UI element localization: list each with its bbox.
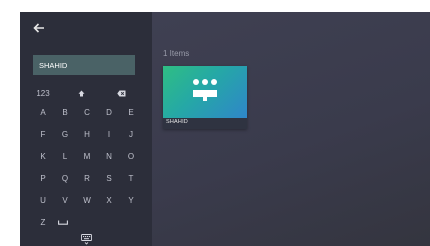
key-b[interactable]: B: [55, 105, 75, 121]
key-h[interactable]: H: [77, 127, 97, 143]
key-d[interactable]: D: [99, 105, 119, 121]
arrow-left-icon: [33, 23, 44, 33]
key-g[interactable]: G: [55, 127, 75, 143]
key-i[interactable]: I: [99, 127, 119, 143]
key-q[interactable]: Q: [55, 171, 75, 187]
key-t[interactable]: T: [121, 171, 141, 187]
key-y[interactable]: Y: [121, 193, 141, 209]
keyboard-row-1: 123: [33, 86, 143, 102]
backspace-key[interactable]: [111, 86, 131, 102]
keyboard-row-7: Z: [33, 215, 143, 231]
key-m[interactable]: M: [77, 149, 97, 165]
keyboard-row-3: F G H I J: [33, 127, 143, 143]
key-s[interactable]: S: [99, 171, 119, 187]
results-area: [152, 12, 430, 246]
keyboard-icon: [80, 234, 92, 246]
key-123[interactable]: 123: [30, 86, 56, 102]
key-k[interactable]: K: [33, 149, 53, 165]
key-l[interactable]: L: [55, 149, 75, 165]
key-n[interactable]: N: [99, 149, 119, 165]
keyboard-row-8: [33, 232, 143, 246]
search-input[interactable]: [33, 55, 135, 75]
key-a[interactable]: A: [33, 105, 53, 121]
key-r[interactable]: R: [77, 171, 97, 187]
key-u[interactable]: U: [33, 193, 53, 209]
space-key[interactable]: [53, 215, 73, 231]
space-bar-icon: [58, 220, 68, 226]
key-j[interactable]: J: [121, 127, 141, 143]
key-o[interactable]: O: [121, 149, 141, 165]
keyboard-toggle-button[interactable]: [76, 232, 96, 246]
keyboard-row-5: P Q R S T: [33, 171, 143, 187]
key-e[interactable]: E: [121, 105, 141, 121]
key-w[interactable]: W: [77, 193, 97, 209]
key-v[interactable]: V: [55, 193, 75, 209]
key-c[interactable]: C: [77, 105, 97, 121]
backspace-icon: [116, 90, 125, 97]
key-x[interactable]: X: [99, 193, 119, 209]
results-count: 1 Items: [163, 49, 190, 58]
keyboard-row-2: A B C D E: [33, 105, 143, 121]
shift-icon: [78, 90, 84, 97]
keyboard-row-4: K L M N O: [33, 149, 143, 165]
app-screen: 123 A B C D E F G H I: [20, 12, 430, 246]
key-z[interactable]: Z: [33, 215, 53, 231]
shift-key[interactable]: [71, 86, 91, 102]
back-button[interactable]: [33, 20, 53, 40]
key-p[interactable]: P: [33, 171, 53, 187]
result-title: SHAHID: [166, 119, 188, 125]
keyboard-row-6: U V W X Y: [33, 193, 143, 209]
result-thumbnail: [163, 66, 247, 118]
key-f[interactable]: F: [33, 127, 53, 143]
shahid-logo-icon: [193, 79, 217, 101]
result-card[interactable]: SHAHID: [163, 66, 247, 129]
